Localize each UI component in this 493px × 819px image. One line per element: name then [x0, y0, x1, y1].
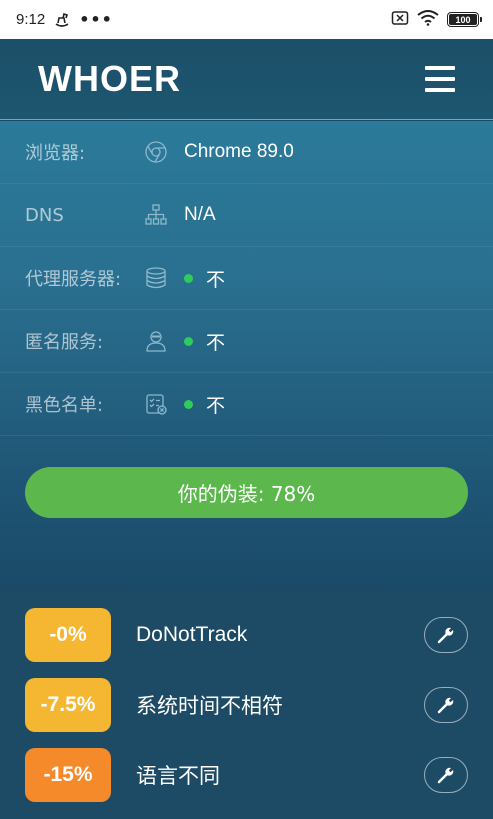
info-value: 不	[184, 328, 225, 355]
issue-label: 语言不同	[136, 765, 220, 788]
issues-list: -0% DoNotTrack -7.5% 系统时间不相符 -15% 语言不同	[0, 590, 493, 819]
info-value-text: 不	[206, 395, 226, 417]
database-icon	[143, 265, 169, 291]
info-row-blacklist: 黑色名单: 不	[0, 373, 493, 436]
fix-wrench-button[interactable]	[424, 687, 468, 723]
wrench-icon	[437, 767, 454, 784]
info-value: Chrome 89.0	[184, 141, 294, 162]
fix-wrench-button[interactable]	[424, 757, 468, 793]
info-value: 不	[184, 265, 225, 292]
more-notifications-icon: •••	[79, 10, 113, 29]
status-dot	[184, 336, 193, 346]
info-row-dns: DNS N/A	[0, 184, 493, 247]
network-icon	[143, 202, 169, 228]
battery-level: 100	[455, 14, 471, 25]
info-label: 黑色名单:	[25, 395, 104, 416]
info-label: 代理服务器:	[25, 269, 122, 290]
wrench-icon	[437, 697, 454, 714]
info-value: N/A	[184, 204, 216, 225]
anonymous-icon	[143, 328, 169, 354]
issue-penalty-badge: -7.5%	[25, 678, 111, 732]
status-dot	[184, 399, 193, 409]
status-dot	[184, 273, 193, 283]
issue-label: DoNotTrack	[136, 623, 248, 646]
status-time: 9:12	[16, 11, 46, 28]
info-row-proxy: 代理服务器: 不	[0, 247, 493, 310]
browser-icon	[143, 139, 169, 165]
info-panel: 浏览器: Chrome 89.0 DNS N/A 代理服务器: 不 匿名服务: …	[0, 121, 493, 590]
info-label: 浏览器:	[25, 143, 86, 164]
issue-penalty-badge: -0%	[25, 608, 111, 662]
rocking-horse-icon	[53, 11, 71, 29]
issue-row-system-time: -7.5% 系统时间不相符	[0, 678, 493, 732]
fix-wrench-button[interactable]	[424, 617, 468, 653]
whoer-logo: WHOER	[38, 58, 181, 99]
issue-row-language: -15% 语言不同	[0, 748, 493, 802]
status-bar: 9:12 ••• 100	[0, 0, 493, 39]
info-row-anonymizer: 匿名服务: 不	[0, 310, 493, 373]
issue-row-donottrack: -0% DoNotTrack	[0, 608, 493, 662]
info-label: 匿名服务:	[25, 332, 104, 353]
app-header: WHOER	[0, 39, 493, 120]
battery-icon: 100	[447, 12, 482, 27]
hamburger-menu-icon[interactable]	[425, 66, 455, 92]
blacklist-icon	[143, 391, 169, 417]
info-row-browser: 浏览器: Chrome 89.0	[0, 121, 493, 184]
info-value-text: 不	[206, 332, 226, 354]
sim-icon	[391, 10, 409, 30]
wrench-icon	[437, 627, 454, 644]
issue-penalty-badge: -15%	[25, 748, 111, 802]
issue-label: 系统时间不相符	[136, 695, 283, 718]
wifi-icon	[417, 9, 439, 30]
info-value: 不	[184, 391, 225, 418]
info-value-text: 不	[206, 269, 226, 291]
info-label: DNS	[25, 204, 64, 226]
disguise-score-bar: 你的伪装: 78%	[25, 467, 468, 518]
